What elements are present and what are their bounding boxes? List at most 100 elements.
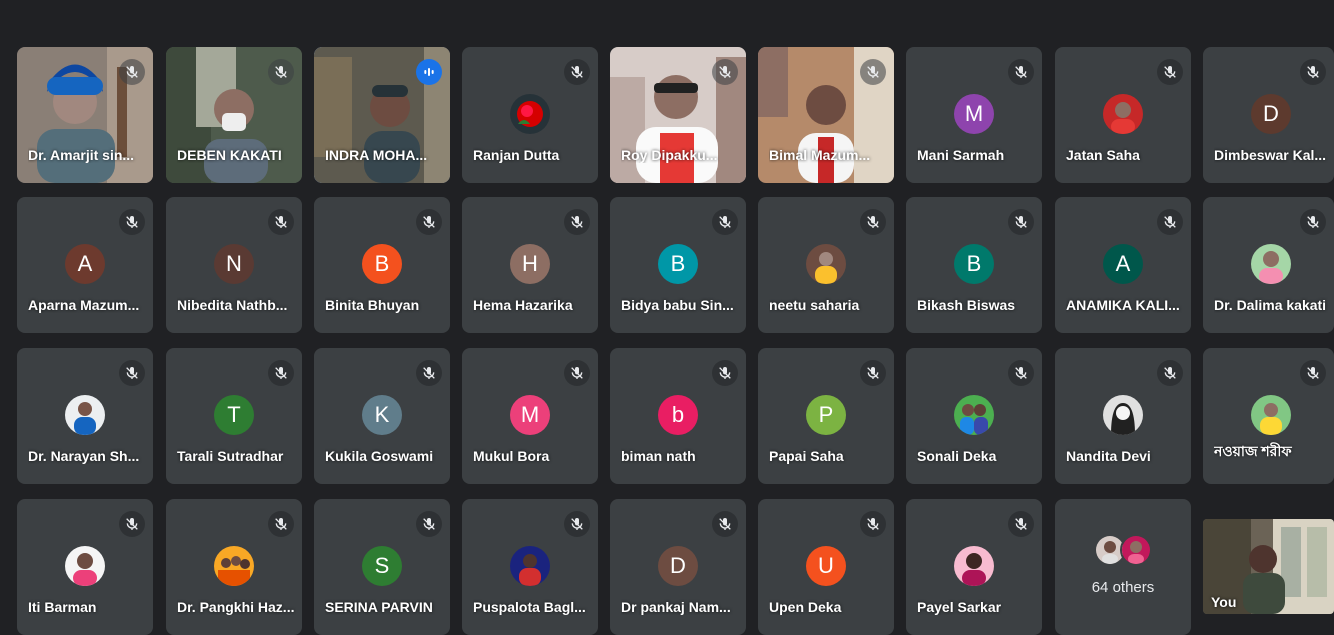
participant-tile[interactable]: A ANAMIKA KALI... [1055,197,1191,333]
participant-tile[interactable]: নওয়াজ শরীফ [1203,348,1334,484]
avatar: D [1251,94,1291,134]
participant-name: Dr pankaj Nam... [621,599,731,615]
avatar: D [658,546,698,586]
participant-tile[interactable]: S SERINA PARVIN [314,499,450,635]
avatar: T [214,395,254,435]
participant-tile[interactable]: H Hema Hazarika [462,197,598,333]
avatar: M [510,395,550,435]
participant-tile[interactable]: T Tarali Sutradhar [166,348,302,484]
participant-tile[interactable]: Dr. Pangkhi Haz... [166,499,302,635]
participant-tile[interactable]: B Bikash Biswas [906,197,1042,333]
participant-name: Papai Saha [769,448,844,464]
avatar: B [362,244,402,284]
participant-tile[interactable]: Nandita Devi [1055,348,1191,484]
participant-tile[interactable]: neetu saharia [758,197,894,333]
mic-off-icon [1300,59,1326,85]
mic-off-icon [564,360,590,386]
mic-off-icon [1008,59,1034,85]
participant-name: ANAMIKA KALI... [1066,297,1180,313]
participant-tile[interactable]: P Papai Saha [758,348,894,484]
participant-name: Mukul Bora [473,448,550,464]
participant-tile[interactable]: N Nibedita Nathb... [166,197,302,333]
participant-tile[interactable]: b biman nath [610,348,746,484]
mic-off-icon [564,511,590,537]
avatar [1103,94,1143,134]
participant-tile[interactable]: D Dr pankaj Nam... [610,499,746,635]
participant-tile[interactable]: Puspalota Bagl... [462,499,598,635]
participant-tile[interactable]: Bimal Mazum... [758,47,894,183]
mic-off-icon [1157,360,1183,386]
participant-tile[interactable]: B Binita Bhuyan [314,197,450,333]
avatar [954,395,994,435]
mic-off-icon [860,360,886,386]
participant-tile[interactable]: Payel Sarkar [906,499,1042,635]
mic-off-icon [860,511,886,537]
participant-tile[interactable]: Dr. Dalima kakati [1203,197,1334,333]
mic-off-icon [1157,59,1183,85]
mic-off-icon [1008,511,1034,537]
avatar [954,546,994,586]
participant-name: নওয়াজ শরীফ [1214,443,1292,459]
mic-off-icon [268,209,294,235]
participant-tile[interactable]: Ranjan Dutta [462,47,598,183]
participant-tile[interactable]: Dr. Narayan Sh... [17,348,153,484]
avatar: U [806,546,846,586]
mic-off-icon [119,511,145,537]
participant-tile[interactable]: Sonali Deka [906,348,1042,484]
others-avatars [1055,534,1191,566]
participant-name: Bidya babu Sin... [621,297,734,313]
participant-tile[interactable]: Iti Barman [17,499,153,635]
mic-off-icon [268,59,294,85]
mic-off-icon [119,360,145,386]
mic-off-icon [564,209,590,235]
participant-tile[interactable]: A Aparna Mazum... [17,197,153,333]
avatar [214,546,254,586]
participant-tile[interactable]: D Dimbeswar Kal... [1203,47,1334,183]
avatar: M [954,94,994,134]
mic-off-icon [1157,209,1183,235]
participant-name: biman nath [621,448,696,464]
participant-name: Binita Bhuyan [325,297,420,313]
mic-off-icon [712,360,738,386]
avatar: S [362,546,402,586]
participant-name: Hema Hazarika [473,297,573,313]
avatar [1251,244,1291,284]
mic-off-icon [119,59,145,85]
mic-off-icon [268,360,294,386]
participant-name: Dr. Narayan Sh... [28,448,140,464]
participant-tile[interactable]: M Mani Sarmah [906,47,1042,183]
participant-name: Payel Sarkar [917,599,1002,615]
self-view-tile[interactable]: You [1203,519,1334,614]
participant-tile[interactable]: M Mukul Bora [462,348,598,484]
participant-name: Dimbeswar Kal... [1214,147,1327,163]
avatar: B [658,244,698,284]
participant-tile[interactable]: B Bidya babu Sin... [610,197,746,333]
participant-name: Dr. Amarjit sin... [28,147,135,163]
mic-off-icon [268,511,294,537]
others-tile[interactable]: 64 others [1055,499,1191,635]
mic-off-icon [712,209,738,235]
participant-tile[interactable]: Roy Dipakku... [610,47,746,183]
participant-name: Mani Sarmah [917,147,1005,163]
mic-off-icon [1008,360,1034,386]
participant-tile[interactable]: Dr. Amarjit sin... [17,47,153,183]
avatar: B [954,244,994,284]
participant-name: Aparna Mazum... [28,297,140,313]
mic-off-icon [1300,209,1326,235]
participant-name: Tarali Sutradhar [177,448,284,464]
avatar [510,94,550,134]
participant-tile[interactable]: Jatan Saha [1055,47,1191,183]
participant-tile[interactable]: K Kukila Goswami [314,348,450,484]
mic-off-icon [119,209,145,235]
mic-off-icon [1008,209,1034,235]
participant-tile[interactable]: INDRA MOHA... [314,47,450,183]
mic-off-icon [564,59,590,85]
avatar: N [214,244,254,284]
avatar: H [510,244,550,284]
participant-tile[interactable]: DEBEN KAKATI [166,47,302,183]
participant-name: Nandita Devi [1066,448,1151,464]
participant-tile[interactable]: U Upen Deka [758,499,894,635]
participant-name: Dr. Pangkhi Haz... [177,599,295,615]
mic-off-icon [416,209,442,235]
mic-off-icon [860,209,886,235]
